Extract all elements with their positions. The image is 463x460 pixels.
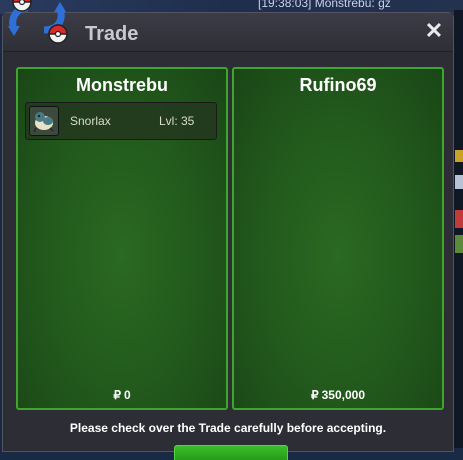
background-ui-chip — [455, 175, 463, 189]
game-background-right — [454, 10, 463, 448]
pokemon-name: Snorlax — [70, 114, 111, 128]
snorlax-icon — [29, 106, 59, 136]
background-ui-chip — [455, 235, 463, 253]
money-amount: 350,000 — [321, 388, 366, 402]
trade-panel-self: Monstrebu Snorlax Lvl: 35 ₽0 — [16, 67, 228, 410]
trade-window: Trade ✕ Monstrebu Snorlax Lvl: 35 ₽0 Ruf… — [2, 12, 454, 460]
trade-panel-partner: Rufino69 ₽350,000 — [232, 67, 444, 410]
trade-item-slot[interactable]: Snorlax Lvl: 35 — [25, 102, 217, 140]
money-offer: ₽0 — [18, 388, 226, 402]
background-chat-line: [19:38:03] Monstrebu: gz — [258, 0, 391, 10]
money-offer: ₽350,000 — [234, 388, 442, 402]
money-amount: 0 — [123, 388, 131, 402]
accept-button[interactable] — [174, 445, 288, 460]
trade-logo-icon — [8, 0, 68, 44]
currency-icon: ₽ — [113, 388, 121, 402]
close-button[interactable]: ✕ — [423, 19, 445, 43]
window-title: Trade — [85, 23, 139, 45]
player-name: Rufino69 — [299, 75, 377, 95]
background-ui-chip — [455, 210, 463, 228]
trade-notice: Please check over the Trade carefully be… — [69, 421, 387, 435]
currency-icon: ₽ — [310, 388, 319, 402]
pokemon-level: Lvl: 35 — [159, 114, 195, 128]
background-ui-chip — [455, 150, 463, 162]
player-name: Monstrebu — [76, 75, 168, 95]
